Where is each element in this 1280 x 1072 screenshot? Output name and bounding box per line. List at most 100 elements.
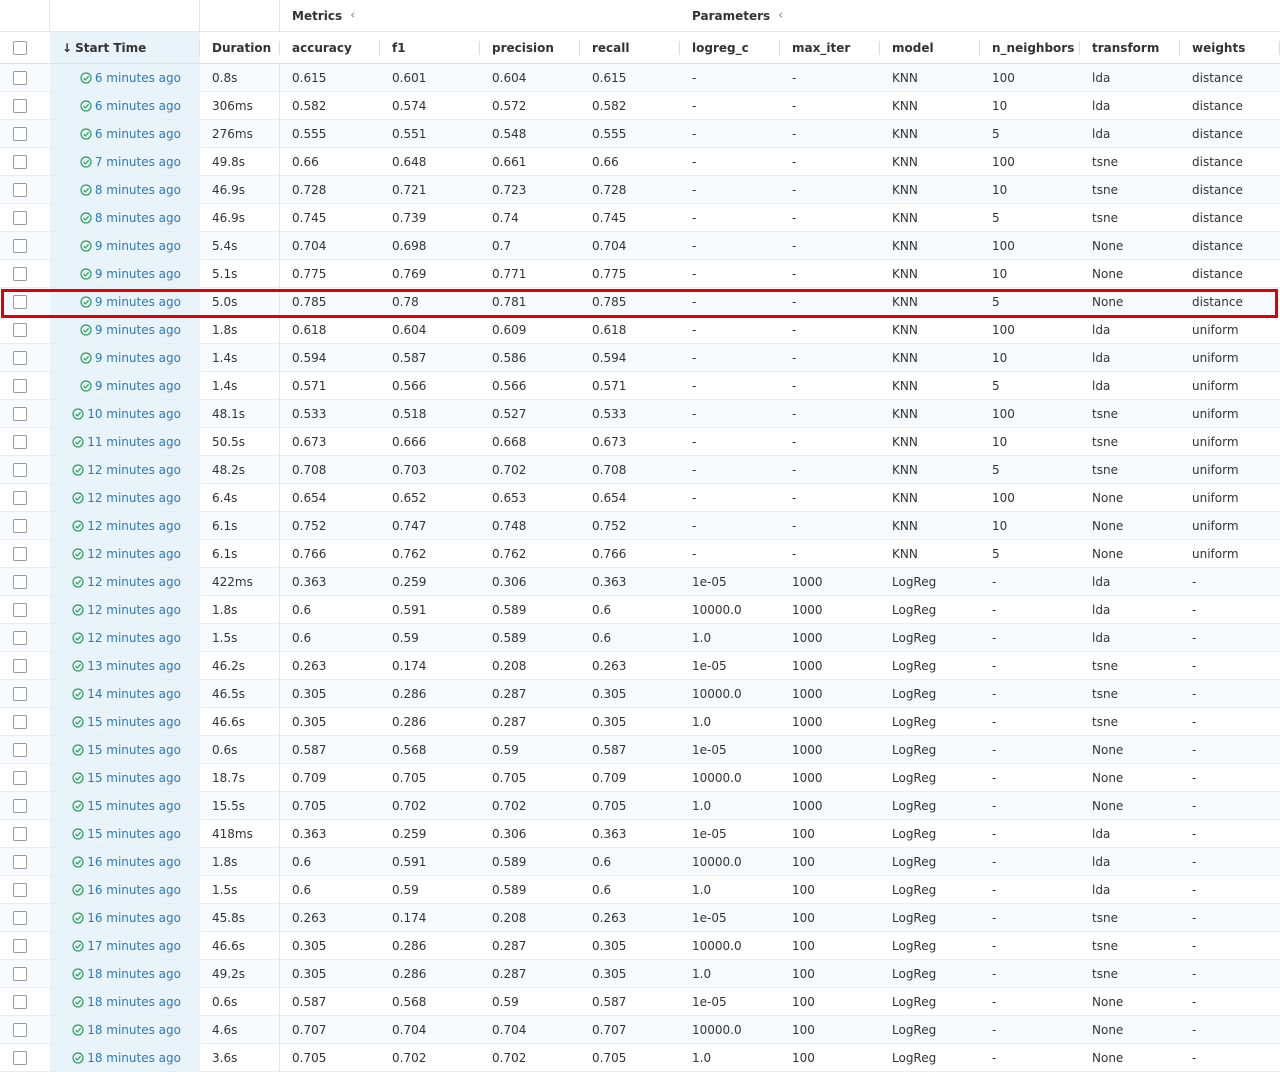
row-checkbox[interactable] — [13, 938, 27, 953]
table-row[interactable]: 9 minutes ago 5.0s 0.785 0.78 0.781 0.785- - KN… — [0, 288, 1280, 316]
run-link[interactable]: 18 minutes ago — [72, 1023, 181, 1037]
row-checkbox[interactable] — [13, 210, 27, 225]
run-link[interactable]: 9 minutes ago — [80, 323, 181, 337]
table-row[interactable]: 11 minutes ago 50.5s 0.673 0.666 0.668 0.673-… — [0, 428, 1280, 456]
row-checkbox[interactable] — [13, 182, 27, 197]
column-header-transform[interactable]: transform — [1080, 32, 1180, 64]
run-link[interactable]: 15 minutes ago — [72, 771, 181, 785]
row-checkbox[interactable] — [13, 882, 27, 897]
run-link[interactable]: 9 minutes ago — [80, 351, 181, 365]
collapse-chevron-icon[interactable]: ‹ — [350, 8, 355, 23]
column-header-start-time[interactable]: ↓ Start Time — [50, 32, 200, 64]
column-header-model[interactable]: model — [880, 32, 980, 64]
row-checkbox[interactable] — [13, 238, 27, 253]
row-checkbox[interactable] — [13, 994, 27, 1009]
select-all-checkbox[interactable] — [13, 40, 27, 55]
row-checkbox[interactable] — [13, 826, 27, 841]
row-checkbox[interactable] — [13, 518, 27, 533]
table-row[interactable]: 18 minutes ago 49.2s 0.305 0.286 0.287 0.305 1… — [0, 960, 1280, 988]
run-link[interactable]: 6 minutes ago — [80, 99, 181, 113]
run-link[interactable]: 9 minutes ago — [80, 239, 181, 253]
column-header-accuracy[interactable]: accuracy — [280, 32, 380, 64]
table-row[interactable]: 15 minutes ago 18.7s 0.709 0.705 0.705 0.709 1… — [0, 764, 1280, 792]
table-row[interactable]: 9 minutes ago 5.1s 0.775 0.769 0.771 0.775- - K… — [0, 260, 1280, 288]
run-link[interactable]: 15 minutes ago — [72, 827, 181, 841]
table-row[interactable]: 9 minutes ago 1.4s 0.571 0.566 0.566 0.571- - K… — [0, 372, 1280, 400]
row-checkbox[interactable] — [13, 266, 27, 281]
table-row[interactable]: 15 minutes ago 46.6s 0.305 0.286 0.287 0.305 1… — [0, 708, 1280, 736]
run-link[interactable]: 16 minutes ago — [72, 911, 181, 925]
column-header-max-iter[interactable]: max_iter — [780, 32, 880, 64]
row-checkbox[interactable] — [13, 1050, 27, 1065]
row-checkbox[interactable] — [13, 966, 27, 981]
run-link[interactable]: 16 minutes ago — [72, 855, 181, 869]
row-checkbox[interactable] — [13, 854, 27, 869]
table-row[interactable]: 9 minutes ago 1.4s 0.594 0.587 0.586 0.594- - K… — [0, 344, 1280, 372]
row-checkbox[interactable] — [13, 350, 27, 365]
row-checkbox[interactable] — [13, 630, 27, 645]
row-checkbox[interactable] — [13, 1022, 27, 1037]
run-link[interactable]: 18 minutes ago — [72, 967, 181, 981]
table-row[interactable]: 14 minutes ago 46.5s 0.305 0.286 0.287 0.305 1… — [0, 680, 1280, 708]
parameters-group-header[interactable]: Parameters ‹ — [680, 0, 1280, 32]
run-link[interactable]: 12 minutes ago — [72, 491, 181, 505]
row-checkbox[interactable] — [13, 98, 27, 113]
row-checkbox[interactable] — [13, 154, 27, 169]
column-header-precision[interactable]: precision — [480, 32, 580, 64]
run-link[interactable]: 15 minutes ago — [72, 799, 181, 813]
column-header-weights[interactable]: weights — [1180, 32, 1280, 64]
table-row[interactable]: 13 minutes ago 46.2s 0.263 0.174 0.208 0.263 1… — [0, 652, 1280, 680]
table-row[interactable]: 15 minutes ago 418ms 0.363 0.259 0.306 0.363 1… — [0, 820, 1280, 848]
row-checkbox[interactable] — [13, 770, 27, 785]
run-link[interactable]: 6 minutes ago — [80, 127, 181, 141]
row-checkbox[interactable] — [13, 322, 27, 337]
row-checkbox[interactable] — [13, 490, 27, 505]
table-row[interactable]: 8 minutes ago 46.9s 0.728 0.721 0.723 0.728- -… — [0, 176, 1280, 204]
column-header-n-neighbors[interactable]: n_neighbors — [980, 32, 1080, 64]
table-row[interactable]: 18 minutes ago 4.6s 0.707 0.704 0.704 0.707 10… — [0, 1016, 1280, 1044]
table-row[interactable]: 18 minutes ago 0.6s 0.587 0.568 0.59 0.587 1e-… — [0, 988, 1280, 1016]
collapse-chevron-icon[interactable]: ‹ — [778, 8, 783, 23]
run-link[interactable]: 8 minutes ago — [80, 211, 181, 225]
run-link[interactable]: 9 minutes ago — [80, 295, 181, 309]
table-row[interactable]: 9 minutes ago 1.8s 0.618 0.604 0.609 0.618- - K… — [0, 316, 1280, 344]
run-link[interactable]: 12 minutes ago — [72, 575, 181, 589]
row-checkbox[interactable] — [13, 546, 27, 561]
column-header-recall[interactable]: recall — [580, 32, 680, 64]
table-row[interactable]: 12 minutes ago 422ms 0.363 0.259 0.306 0.363 1… — [0, 568, 1280, 596]
run-link[interactable]: 7 minutes ago — [80, 155, 181, 169]
table-row[interactable]: 15 minutes ago 15.5s 0.705 0.702 0.702 0.705 1… — [0, 792, 1280, 820]
run-link[interactable]: 6 minutes ago — [80, 71, 181, 85]
table-row[interactable]: 12 minutes ago 6.4s 0.654 0.652 0.653 0.654- -… — [0, 484, 1280, 512]
run-link[interactable]: 12 minutes ago — [72, 463, 181, 477]
row-checkbox[interactable] — [13, 714, 27, 729]
row-checkbox[interactable] — [13, 574, 27, 589]
row-checkbox[interactable] — [13, 910, 27, 925]
run-link[interactable]: 9 minutes ago — [80, 267, 181, 281]
table-row[interactable]: 6 minutes ago 306ms 0.582 0.574 0.572 0.582- -… — [0, 92, 1280, 120]
table-row[interactable]: 10 minutes ago 48.1s 0.533 0.518 0.527 0.533-… — [0, 400, 1280, 428]
run-link[interactable]: 12 minutes ago — [72, 547, 181, 561]
table-row[interactable]: 9 minutes ago 5.4s 0.704 0.698 0.7 0.704- - KNN… — [0, 232, 1280, 260]
column-header-logreg-c[interactable]: logreg_c — [680, 32, 780, 64]
run-link[interactable]: 15 minutes ago — [72, 743, 181, 757]
table-row[interactable]: 12 minutes ago 48.2s 0.708 0.703 0.702 0.708-… — [0, 456, 1280, 484]
column-header-f1[interactable]: f1 — [380, 32, 480, 64]
column-header-duration[interactable]: Duration — [200, 32, 280, 64]
table-row[interactable]: 12 minutes ago 6.1s 0.752 0.747 0.748 0.752- -… — [0, 512, 1280, 540]
row-checkbox[interactable] — [13, 658, 27, 673]
run-link[interactable]: 9 minutes ago — [80, 379, 181, 393]
row-checkbox[interactable] — [13, 798, 27, 813]
row-checkbox[interactable] — [13, 686, 27, 701]
table-row[interactable]: 16 minutes ago 1.8s 0.6 0.591 0.589 0.6 10000.… — [0, 848, 1280, 876]
row-checkbox[interactable] — [13, 406, 27, 421]
table-row[interactable]: 16 minutes ago 1.5s 0.6 0.59 0.589 0.6 1.0 100 L… — [0, 876, 1280, 904]
table-row[interactable]: 15 minutes ago 0.6s 0.587 0.568 0.59 0.587 1e-… — [0, 736, 1280, 764]
row-checkbox[interactable] — [13, 378, 27, 393]
table-row[interactable]: 16 minutes ago 45.8s 0.263 0.174 0.208 0.263 1… — [0, 904, 1280, 932]
table-row[interactable]: 12 minutes ago 6.1s 0.766 0.762 0.762 0.766- -… — [0, 540, 1280, 568]
run-link[interactable]: 16 minutes ago — [72, 883, 181, 897]
row-checkbox[interactable] — [13, 434, 27, 449]
row-checkbox[interactable] — [13, 462, 27, 477]
table-row[interactable]: 6 minutes ago 276ms 0.555 0.551 0.548 0.555- -… — [0, 120, 1280, 148]
